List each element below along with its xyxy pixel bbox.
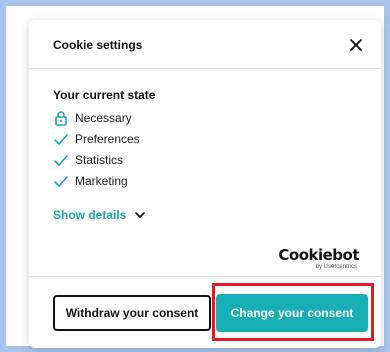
- chevron-down-icon: [134, 209, 146, 221]
- current-state-title: Your current state: [53, 88, 156, 102]
- check-icon: [53, 173, 69, 189]
- cookiebot-logo: Cookiebot by Usercentrics: [278, 246, 359, 272]
- state-item-label: Preferences: [75, 132, 140, 146]
- state-item-necessary: Necessary: [53, 110, 132, 126]
- lock-icon: [53, 110, 69, 126]
- state-item-label: Statistics: [75, 153, 124, 167]
- state-item-statistics: Statistics: [53, 152, 123, 168]
- cookie-settings-dialog: Cookie settings Your current state Neces…: [29, 20, 381, 348]
- state-item-label: Necessary: [75, 111, 132, 125]
- state-item-marketing: Marketing: [53, 173, 128, 189]
- dialog-footer: Withdraw your consent Change your consen…: [29, 276, 381, 348]
- state-item-preferences: Preferences: [53, 131, 140, 147]
- logo-tagline: by Usercentrics: [315, 264, 357, 270]
- check-icon: [53, 131, 69, 147]
- check-icon: [53, 152, 69, 168]
- dialog-title: Cookie settings: [53, 38, 143, 52]
- logo-name: Cookiebot: [278, 246, 359, 264]
- show-details-toggle[interactable]: Show details: [53, 208, 146, 222]
- close-icon[interactable]: [347, 36, 365, 54]
- state-item-label: Marketing: [75, 174, 128, 188]
- show-details-label: Show details: [53, 208, 127, 222]
- withdraw-consent-button[interactable]: Withdraw your consent: [53, 295, 211, 331]
- dialog-header: Cookie settings: [29, 20, 381, 69]
- change-consent-button[interactable]: Change your consent: [216, 294, 368, 332]
